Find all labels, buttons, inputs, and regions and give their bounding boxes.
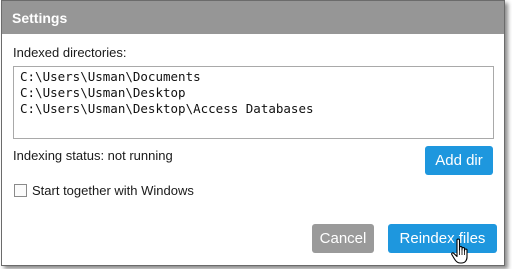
indexed-directories-label: Indexed directories: xyxy=(13,45,127,60)
directory-item[interactable]: C:\Users\Usman\Desktop xyxy=(20,85,186,100)
title-bar[interactable]: Settings xyxy=(2,1,504,34)
indexing-status: Indexing status: not running xyxy=(13,148,173,163)
settings-dialog: Settings Indexed directories: C:\Users\U… xyxy=(1,0,505,266)
directory-list[interactable]: C:\Users\Usman\Documents C:\Users\Usman\… xyxy=(13,66,494,139)
hand-pointer-icon xyxy=(451,238,468,264)
start-with-windows-checkbox[interactable] xyxy=(14,184,27,197)
directory-item[interactable]: C:\Users\Usman\Documents xyxy=(20,69,201,84)
cancel-button[interactable]: Cancel xyxy=(312,224,374,253)
directory-item[interactable]: C:\Users\Usman\Desktop\Access Databases xyxy=(20,101,314,116)
add-dir-button[interactable]: Add dir xyxy=(425,146,493,175)
reindex-files-button[interactable]: Reindex files xyxy=(388,224,497,253)
window-title: Settings xyxy=(12,10,68,26)
start-with-windows-label[interactable]: Start together with Windows xyxy=(32,183,194,198)
